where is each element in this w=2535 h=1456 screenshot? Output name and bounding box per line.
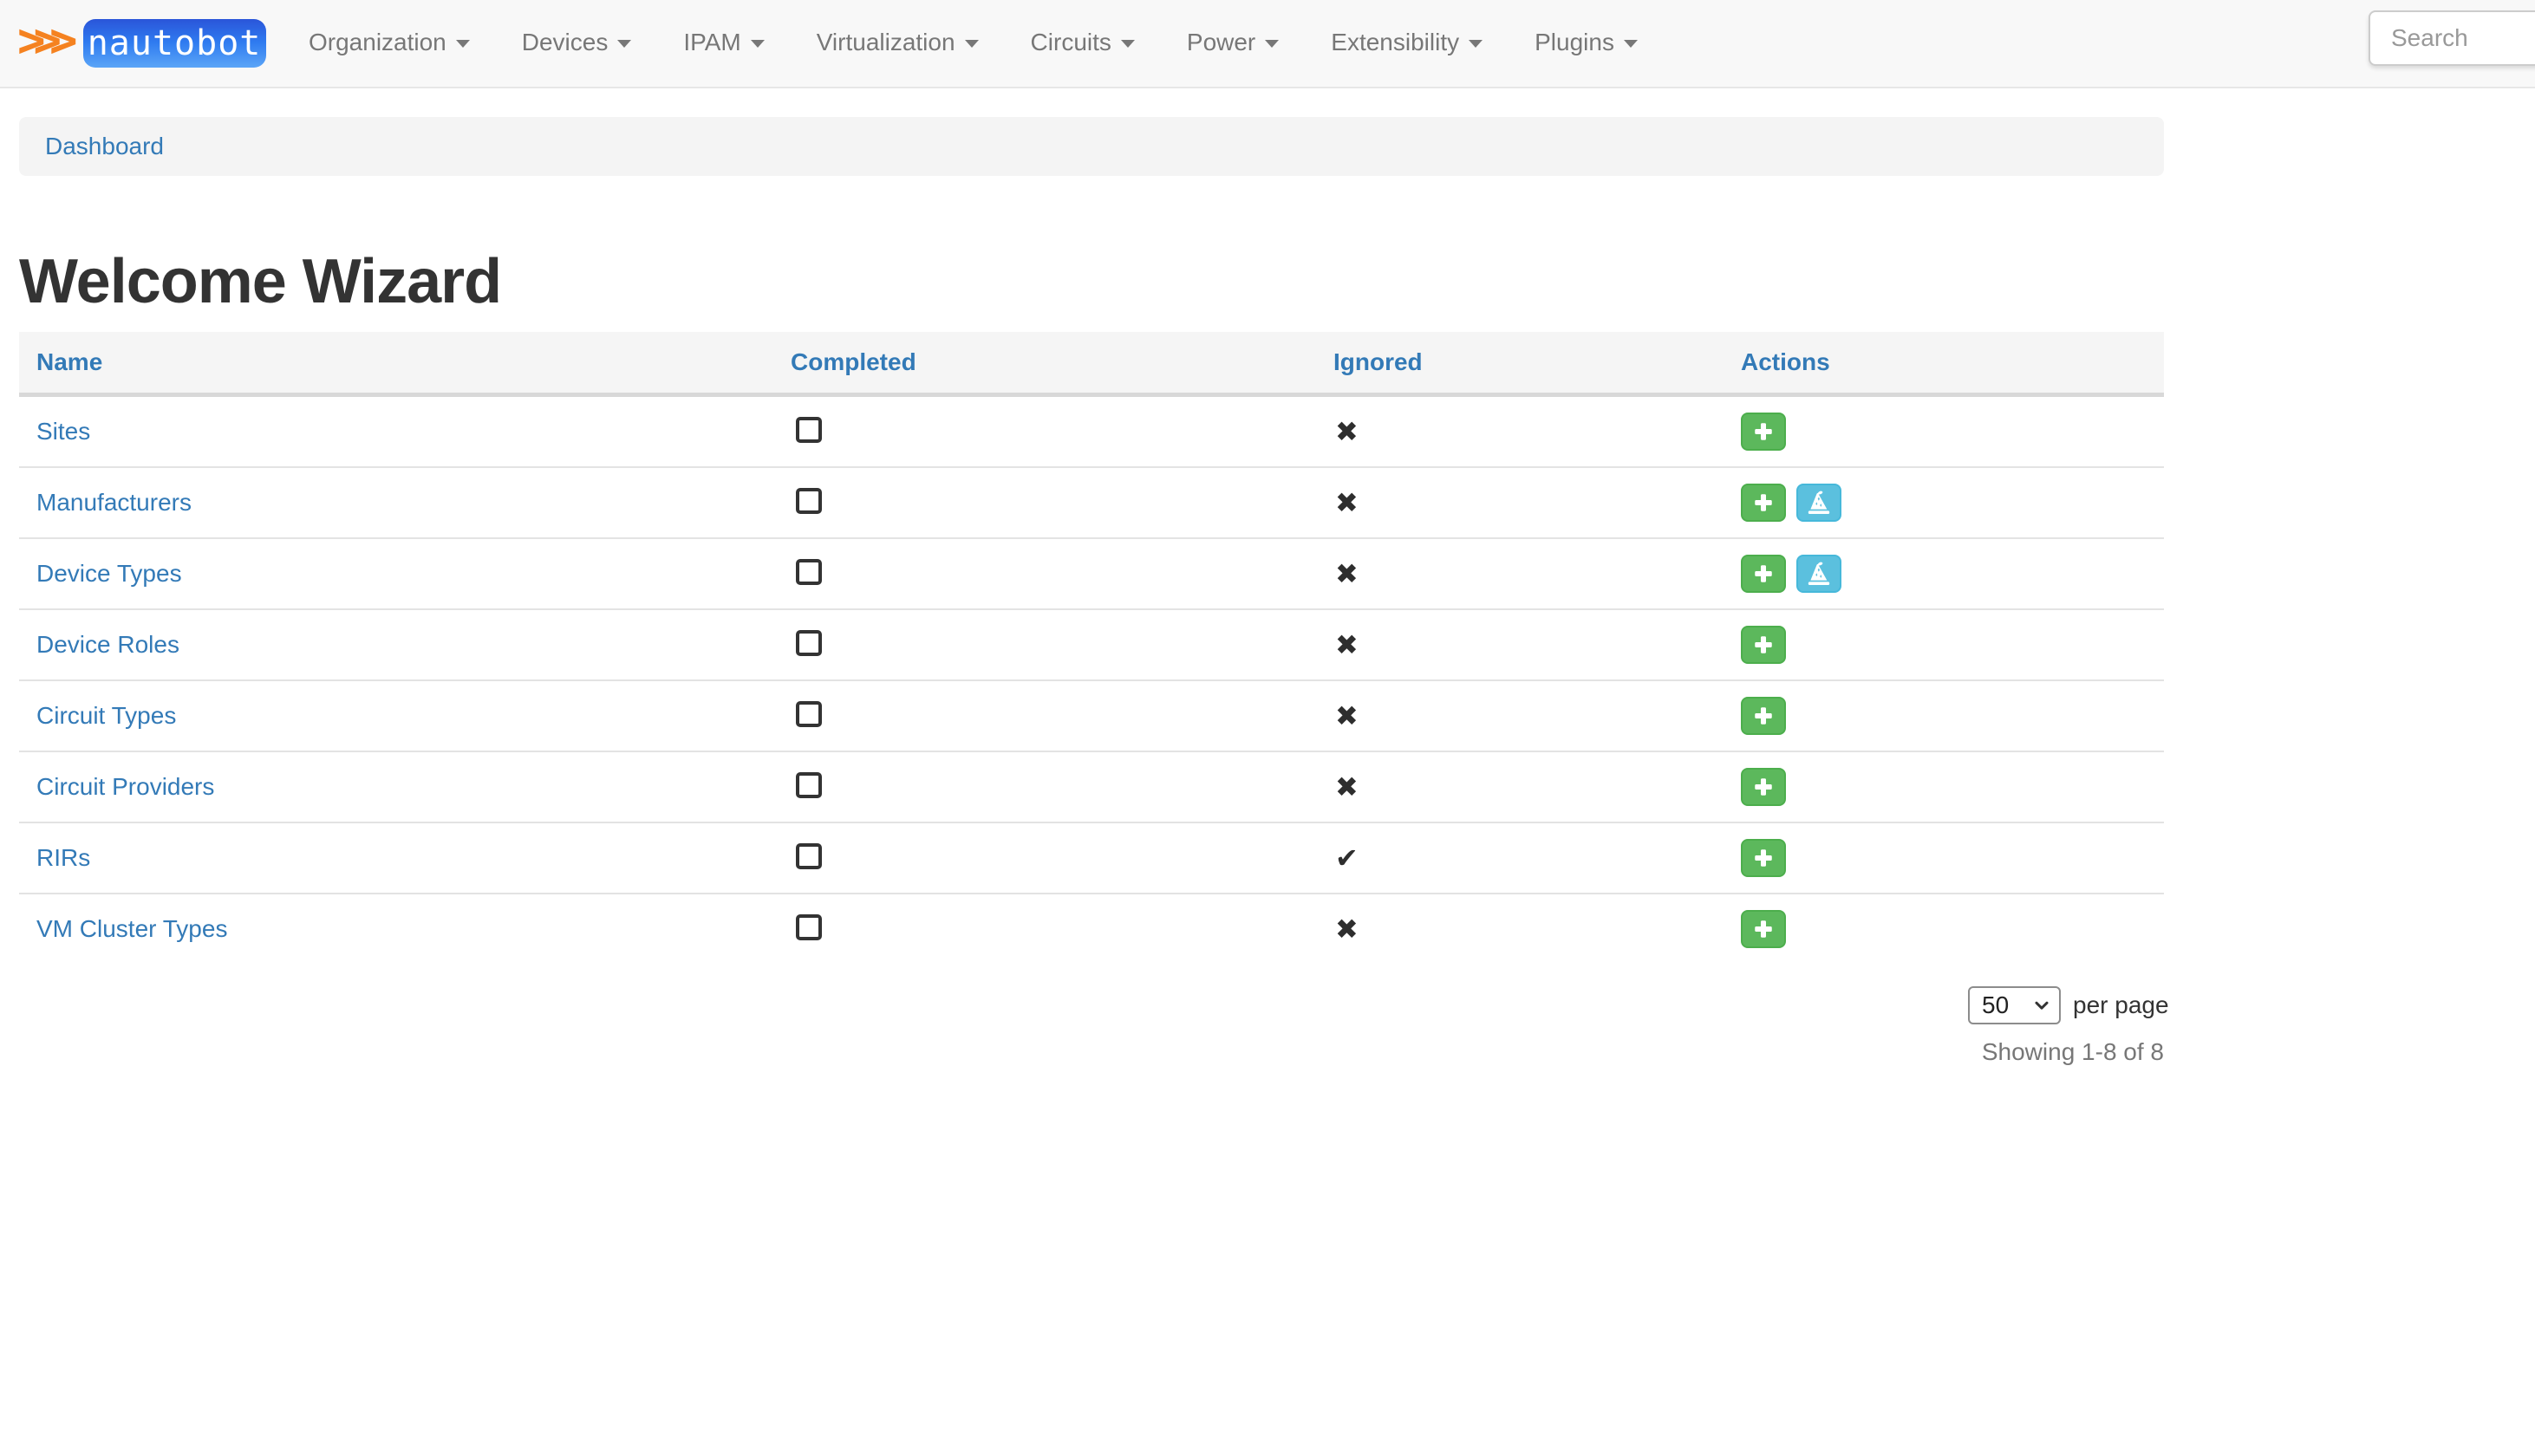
welcome-wizard-table: Name Completed Ignored Actions Sites ✖ M…: [19, 332, 2164, 964]
table-row: Device Roles ✖: [19, 609, 2164, 680]
add-button[interactable]: [1741, 768, 1786, 806]
per-page-label: per page: [2073, 991, 2169, 1019]
column-header-completed[interactable]: Completed: [773, 332, 1316, 395]
nav-menu-item-devices[interactable]: Devices: [496, 29, 658, 56]
column-header-actions: Actions: [1724, 332, 2164, 395]
table-row: Circuit Providers ✖: [19, 751, 2164, 822]
table-row: Sites ✖: [19, 395, 2164, 468]
wizard-button[interactable]: [1796, 555, 1841, 593]
chevron-down-icon: [456, 40, 470, 48]
per-page-value: 50: [1982, 991, 2009, 1019]
column-header-name[interactable]: Name: [19, 332, 773, 395]
row-link-sites[interactable]: Sites: [36, 418, 90, 445]
chevron-down-icon: [1624, 40, 1638, 48]
table-row: Circuit Types ✖: [19, 680, 2164, 751]
row-link-vm-cluster-types[interactable]: VM Cluster Types: [36, 915, 227, 942]
completed-checkbox[interactable]: [796, 488, 822, 514]
completed-checkbox[interactable]: [796, 843, 822, 869]
navbar: >>> nautobot Organization Devices IPAM V…: [0, 0, 2535, 88]
breadcrumb: Dashboard: [19, 117, 2164, 176]
add-button[interactable]: [1741, 910, 1786, 948]
row-link-circuit-providers[interactable]: Circuit Providers: [36, 773, 214, 800]
ignored-mark: ✔: [1335, 842, 1359, 874]
completed-checkbox[interactable]: [796, 701, 822, 727]
completed-checkbox[interactable]: [796, 417, 822, 443]
table-row: VM Cluster Types ✖: [19, 894, 2164, 964]
chevron-down-icon: [965, 40, 979, 48]
completed-checkbox[interactable]: [796, 772, 822, 798]
nav-menu-item-plugins[interactable]: Plugins: [1509, 29, 1664, 56]
chevron-down-icon: [1469, 40, 1483, 48]
table-header-row: Name Completed Ignored Actions: [19, 332, 2164, 395]
ignored-mark: ✖: [1335, 770, 1359, 803]
pagination-summary: Showing 1-8 of 8: [1644, 1038, 2164, 1066]
add-button[interactable]: [1741, 413, 1786, 451]
chevron-down-icon: [751, 40, 765, 48]
wizard-button[interactable]: [1796, 484, 1841, 522]
column-header-ignored[interactable]: Ignored: [1316, 332, 1724, 395]
plus-icon: [1750, 490, 1776, 516]
chevron-down-icon: [617, 40, 631, 48]
wizard-hat-icon: [1804, 488, 1834, 517]
nav-menu-item-extensibility[interactable]: Extensibility: [1305, 29, 1509, 56]
nav-menu-item-circuits[interactable]: Circuits: [1005, 29, 1161, 56]
nav-menu-item-organization[interactable]: Organization: [283, 29, 496, 56]
nautobot-logo[interactable]: >>> nautobot: [17, 0, 266, 87]
table-row: RIRs ✔: [19, 822, 2164, 894]
page-title: Welcome Wizard: [19, 250, 501, 313]
add-button[interactable]: [1741, 626, 1786, 664]
search-input[interactable]: [2369, 10, 2535, 66]
logo-chevrons-icon: >>>: [17, 17, 83, 64]
row-link-device-types[interactable]: Device Types: [36, 560, 182, 587]
completed-checkbox[interactable]: [796, 630, 822, 656]
plus-icon: [1750, 774, 1776, 800]
add-button[interactable]: [1741, 555, 1786, 593]
chevron-down-icon: [1265, 40, 1279, 48]
nav-menu-item-ipam[interactable]: IPAM: [657, 29, 790, 56]
plus-icon: [1750, 703, 1776, 729]
nav-menu: Organization Devices IPAM Virtualization…: [283, 0, 1664, 85]
per-page-select[interactable]: 50: [1968, 986, 2061, 1024]
ignored-mark: ✖: [1335, 913, 1359, 946]
table-row: Device Types ✖: [19, 538, 2164, 609]
ignored-mark: ✖: [1335, 415, 1359, 448]
row-link-rirs[interactable]: RIRs: [36, 844, 90, 871]
page: >>> nautobot Organization Devices IPAM V…: [0, 0, 2535, 1456]
per-page-control: 50 per page: [1968, 986, 2169, 1024]
row-link-device-roles[interactable]: Device Roles: [36, 631, 179, 658]
chevron-down-icon: [1121, 40, 1135, 48]
plus-icon: [1750, 419, 1776, 445]
wizard-hat-icon: [1804, 559, 1834, 588]
ignored-mark: ✖: [1335, 557, 1359, 590]
nav-menu-item-power[interactable]: Power: [1161, 29, 1305, 56]
row-link-circuit-types[interactable]: Circuit Types: [36, 702, 176, 729]
ignored-mark: ✖: [1335, 628, 1359, 661]
add-button[interactable]: [1741, 697, 1786, 735]
ignored-mark: ✖: [1335, 486, 1359, 519]
table-row: Manufacturers ✖: [19, 467, 2164, 538]
completed-checkbox[interactable]: [796, 559, 822, 585]
completed-checkbox[interactable]: [796, 914, 822, 940]
row-link-manufacturers[interactable]: Manufacturers: [36, 489, 192, 516]
ignored-mark: ✖: [1335, 699, 1359, 732]
plus-icon: [1750, 561, 1776, 587]
add-button[interactable]: [1741, 839, 1786, 877]
chevron-down-icon: [2031, 995, 2052, 1016]
logo-wordmark: nautobot: [83, 19, 266, 68]
plus-icon: [1750, 845, 1776, 871]
plus-icon: [1750, 632, 1776, 658]
nav-menu-item-virtualization[interactable]: Virtualization: [791, 29, 1005, 56]
add-button[interactable]: [1741, 484, 1786, 522]
plus-icon: [1750, 916, 1776, 942]
breadcrumb-link-dashboard[interactable]: Dashboard: [45, 133, 164, 160]
